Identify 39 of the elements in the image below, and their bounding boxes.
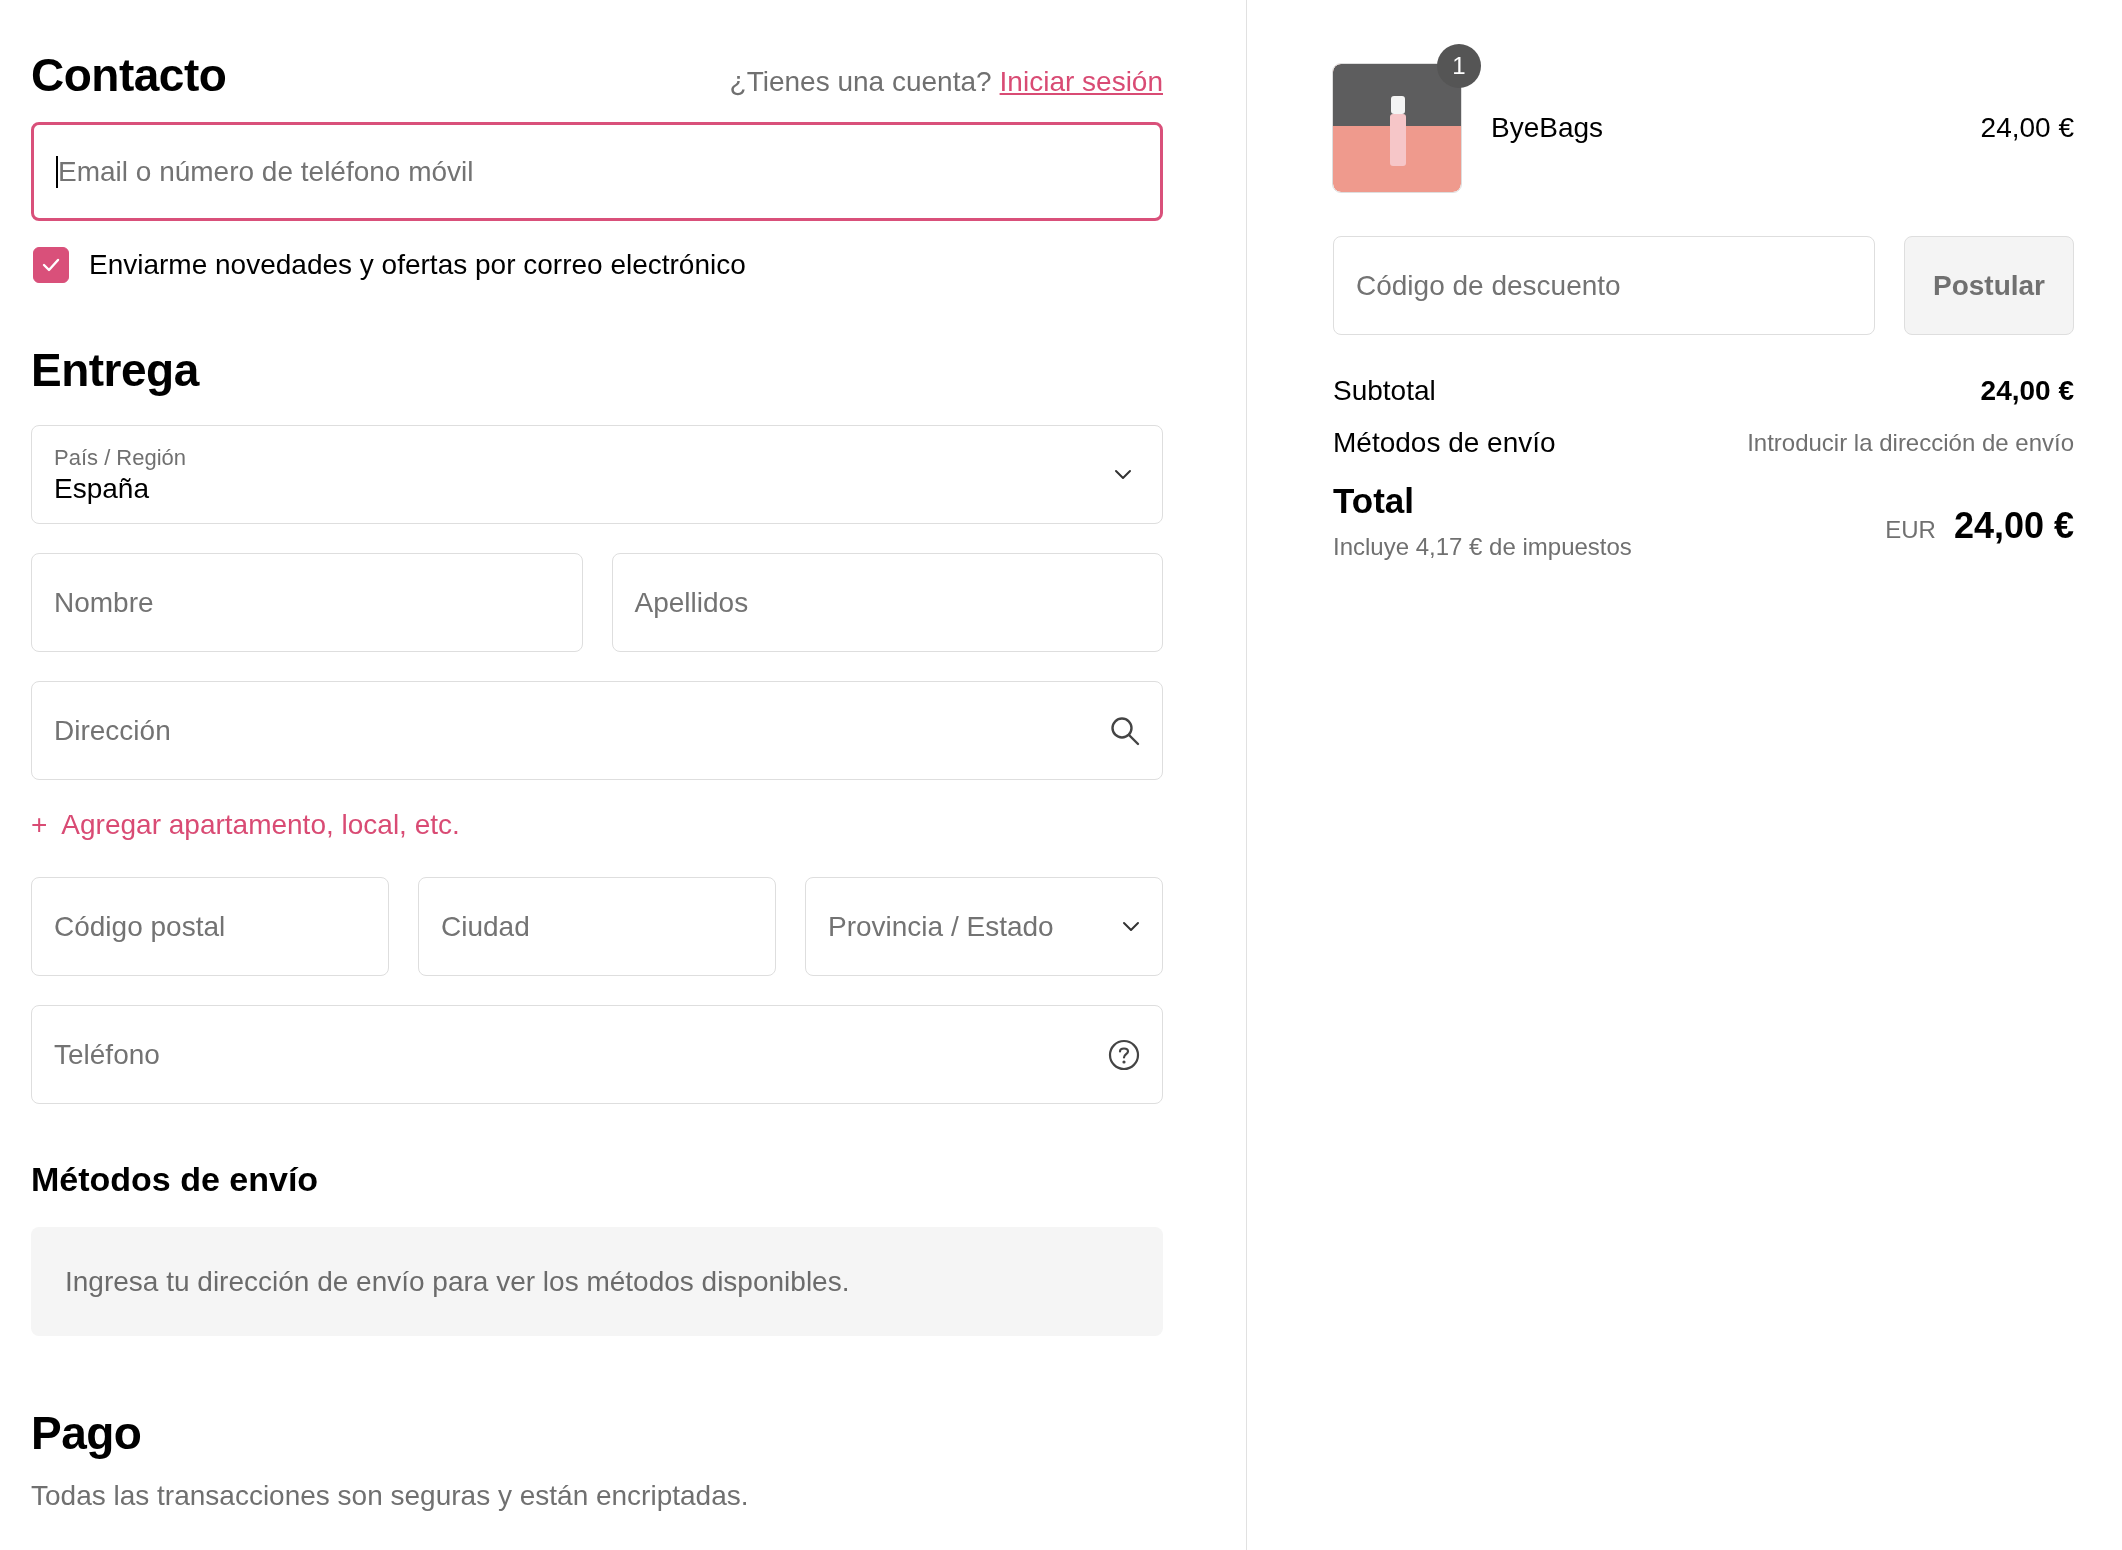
select-field[interactable]: Provincia / Estado	[805, 877, 1163, 976]
account-prompt: ¿Tienes una cuenta?	[729, 66, 992, 98]
payment-note: Todas las transacciones son seguras y están encriptadas.	[31, 1480, 750, 1512]
checkbox[interactable]	[33, 247, 69, 283]
product-name: ByeBags	[1491, 112, 1605, 144]
help-icon	[1108, 1038, 1140, 1071]
chevron-down-icon	[1114, 469, 1132, 480]
summary-value: Introducir la dirección de envío	[1747, 429, 2074, 457]
checkmark-icon	[42, 258, 60, 272]
chevron-down-icon	[1122, 921, 1140, 932]
section-heading: Contacto	[31, 48, 227, 102]
tax-note: Incluye 4,17 € de impuestos	[1333, 533, 1632, 561]
currency-code: EUR	[1885, 516, 1936, 544]
email-field[interactable]: Email o número de teléfono móvil	[31, 122, 1163, 221]
input-field[interactable]: Código postal	[31, 877, 389, 976]
summary-value: 24,00 €	[1980, 375, 2074, 407]
summary-label: Métodos de envío	[1333, 427, 1556, 459]
section-heading: Entrega	[31, 343, 201, 397]
add-address-line-link[interactable]: + Agregar apartamento, local, etc.	[31, 809, 460, 841]
country-select[interactable]: País / Región España	[31, 425, 1163, 524]
section-heading: Pago	[31, 1406, 143, 1460]
shipping-notice: Ingresa tu dirección de envío para ver los métodos disponibles.	[31, 1227, 1163, 1336]
apply-button[interactable]: Postular	[1904, 236, 2074, 335]
phone-field[interactable]: Teléfono	[31, 1005, 1163, 1104]
login-link[interactable]: Iniciar sesión	[999, 66, 1163, 98]
product-price: 24,00 €	[1980, 112, 2074, 144]
total-label: Total	[1333, 481, 1415, 521]
checkbox-label: Enviarme novedades y ofertas por correo electrónico	[89, 249, 746, 281]
input-field[interactable]: Nombre	[31, 553, 583, 652]
discount-code-field[interactable]: Código de descuento	[1333, 236, 1875, 335]
summary-label: Subtotal	[1333, 375, 1436, 407]
text-cursor	[56, 155, 58, 188]
section-heading: Métodos de envío	[31, 1160, 320, 1199]
search-icon	[1110, 715, 1140, 746]
input-field[interactable]: Ciudad	[418, 877, 776, 976]
total-amount: 24,00 €	[1953, 505, 2074, 547]
input-field[interactable]: Apellidos	[611, 553, 1163, 652]
quantity-badge: 1	[1437, 44, 1481, 88]
address-field[interactable]: Dirección	[31, 681, 1163, 780]
